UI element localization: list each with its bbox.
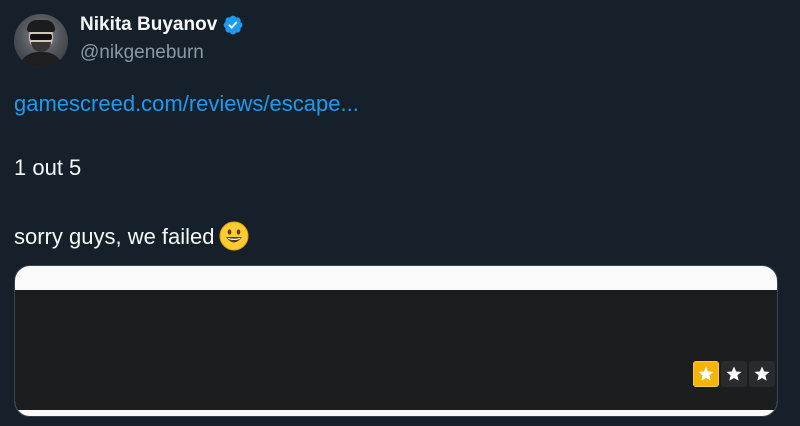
avatar-glasses xyxy=(30,34,52,40)
avatar-beard xyxy=(31,42,51,52)
author-name-row: Nikita Buyanov xyxy=(80,14,244,36)
article-link[interactable]: gamescreed.com/reviews/escape... xyxy=(14,91,359,117)
tweet-text-apology: sorry guys, we failed xyxy=(14,221,249,251)
avatar-cap xyxy=(27,20,55,32)
author-display-name[interactable]: Nikita Buyanov xyxy=(80,14,217,36)
grinning-face-emoji-icon xyxy=(219,221,249,251)
link-preview-card[interactable] xyxy=(14,265,778,417)
tweet-text-apology-label: sorry guys, we failed xyxy=(14,224,215,249)
author-handle[interactable]: @nikgeneburn xyxy=(80,42,204,64)
avatar-body xyxy=(18,52,64,68)
star-empty-icon xyxy=(721,361,747,387)
tweet: Nikita Buyanov @nikgeneburn gamescreed.c… xyxy=(0,0,800,426)
avatar[interactable] xyxy=(14,14,68,68)
verified-badge-icon xyxy=(222,14,244,36)
star-filled-icon xyxy=(693,361,719,387)
card-image xyxy=(15,290,777,410)
star-rating xyxy=(693,361,775,387)
tweet-text-rating: 1 out 5 xyxy=(14,155,82,180)
star-empty-icon xyxy=(749,361,775,387)
